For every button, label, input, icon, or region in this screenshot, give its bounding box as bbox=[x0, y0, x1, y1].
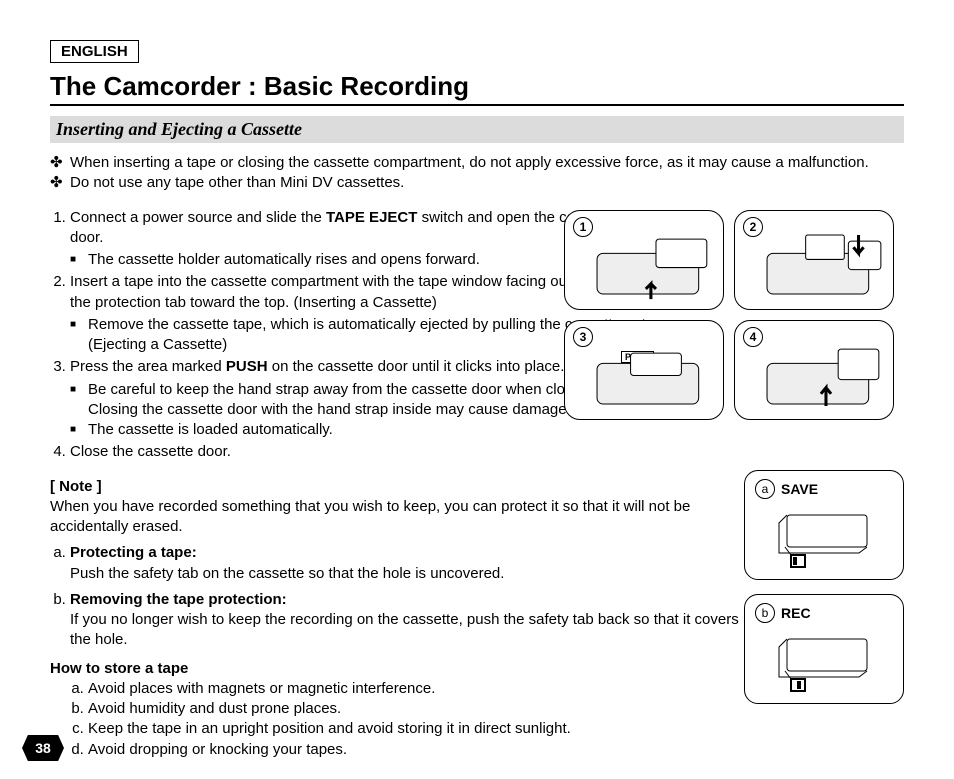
figure-number: 2 bbox=[743, 217, 763, 237]
step-2: Insert a tape into the cassette compartm… bbox=[70, 272, 650, 355]
cassette-tab-panel: a SAVE b REC bbox=[744, 470, 904, 718]
warning-list: When inserting a tape or closing the cas… bbox=[70, 153, 904, 194]
language-badge: ENGLISH bbox=[50, 40, 139, 63]
store-item: Avoid dropping or knocking your tapes. bbox=[88, 740, 750, 760]
save-label: SAVE bbox=[781, 481, 818, 497]
step-list: Connect a power source and slide the TAP… bbox=[70, 208, 650, 463]
step-1: Connect a power source and slide the TAP… bbox=[70, 208, 650, 271]
tape-eject-label: TAPE EJECT bbox=[326, 209, 417, 226]
figure-number: 4 bbox=[743, 327, 763, 347]
camcorder-illustration-icon bbox=[595, 343, 717, 414]
push-label: PUSH bbox=[226, 358, 268, 375]
page-number-badge: 38 bbox=[22, 735, 64, 761]
figure-3: 3 PUSH bbox=[564, 320, 724, 420]
figure-number: 3 bbox=[573, 327, 593, 347]
store-heading: How to store a tape bbox=[50, 659, 750, 679]
rec-letter: b bbox=[755, 603, 775, 623]
camcorder-illustration-icon bbox=[765, 233, 887, 304]
figure-4: 4 bbox=[734, 320, 894, 420]
figure-2: 2 bbox=[734, 210, 894, 310]
cassette-save-icon bbox=[769, 511, 879, 571]
figure-number: 1 bbox=[573, 217, 593, 237]
figure-1: 1 bbox=[564, 210, 724, 310]
note-lettered: Protecting a tape: Push the safety tab o… bbox=[70, 543, 750, 650]
note-b-text: If you no longer wish to keep the record… bbox=[70, 611, 739, 648]
step-text: Insert a tape into the cassette compartm… bbox=[70, 273, 633, 310]
step-text: on the cassette door until it clicks int… bbox=[268, 358, 565, 375]
store-item: Avoid places with magnets or magnetic in… bbox=[88, 679, 750, 699]
store-item: Keep the tape in an upright position and… bbox=[88, 719, 750, 739]
figure-grid: 1 2 3 PUSH 4 bbox=[564, 210, 904, 420]
store-list: Avoid places with magnets or magnetic in… bbox=[88, 679, 750, 760]
rec-label: REC bbox=[781, 605, 811, 621]
cassette-rec-icon bbox=[769, 635, 879, 695]
section-heading: Inserting and Ejecting a Cassette bbox=[50, 116, 904, 143]
rec-box: b REC bbox=[744, 594, 904, 704]
note-b-label: Removing the tape protection: bbox=[70, 591, 287, 608]
step-4: Close the cassette door. bbox=[70, 442, 650, 462]
step-3: Press the area marked PUSH on the casset… bbox=[70, 357, 650, 440]
store-item: Avoid humidity and dust prone places. bbox=[88, 699, 750, 719]
note-intro: When you have recorded something that yo… bbox=[50, 497, 750, 538]
camcorder-illustration-icon bbox=[595, 233, 717, 304]
camcorder-illustration-icon bbox=[765, 343, 887, 414]
step-text: Press the area marked bbox=[70, 358, 226, 375]
page-title: The Camcorder : Basic Recording bbox=[50, 71, 904, 106]
save-box: a SAVE bbox=[744, 470, 904, 580]
step-text: Connect a power source and slide the bbox=[70, 209, 326, 226]
note-heading: [ Note ] bbox=[50, 477, 750, 497]
note-a-text: Push the safety tab on the cassette so t… bbox=[70, 565, 504, 582]
note-a-label: Protecting a tape: bbox=[70, 544, 197, 561]
note-a: Protecting a tape: Push the safety tab o… bbox=[70, 543, 750, 584]
warning-item: Do not use any tape other than Mini DV c… bbox=[70, 173, 904, 193]
note-b: Removing the tape protection: If you no … bbox=[70, 590, 750, 651]
substep: The cassette is loaded automatically. bbox=[88, 420, 650, 440]
save-letter: a bbox=[755, 479, 775, 499]
warning-item: When inserting a tape or closing the cas… bbox=[70, 153, 904, 173]
